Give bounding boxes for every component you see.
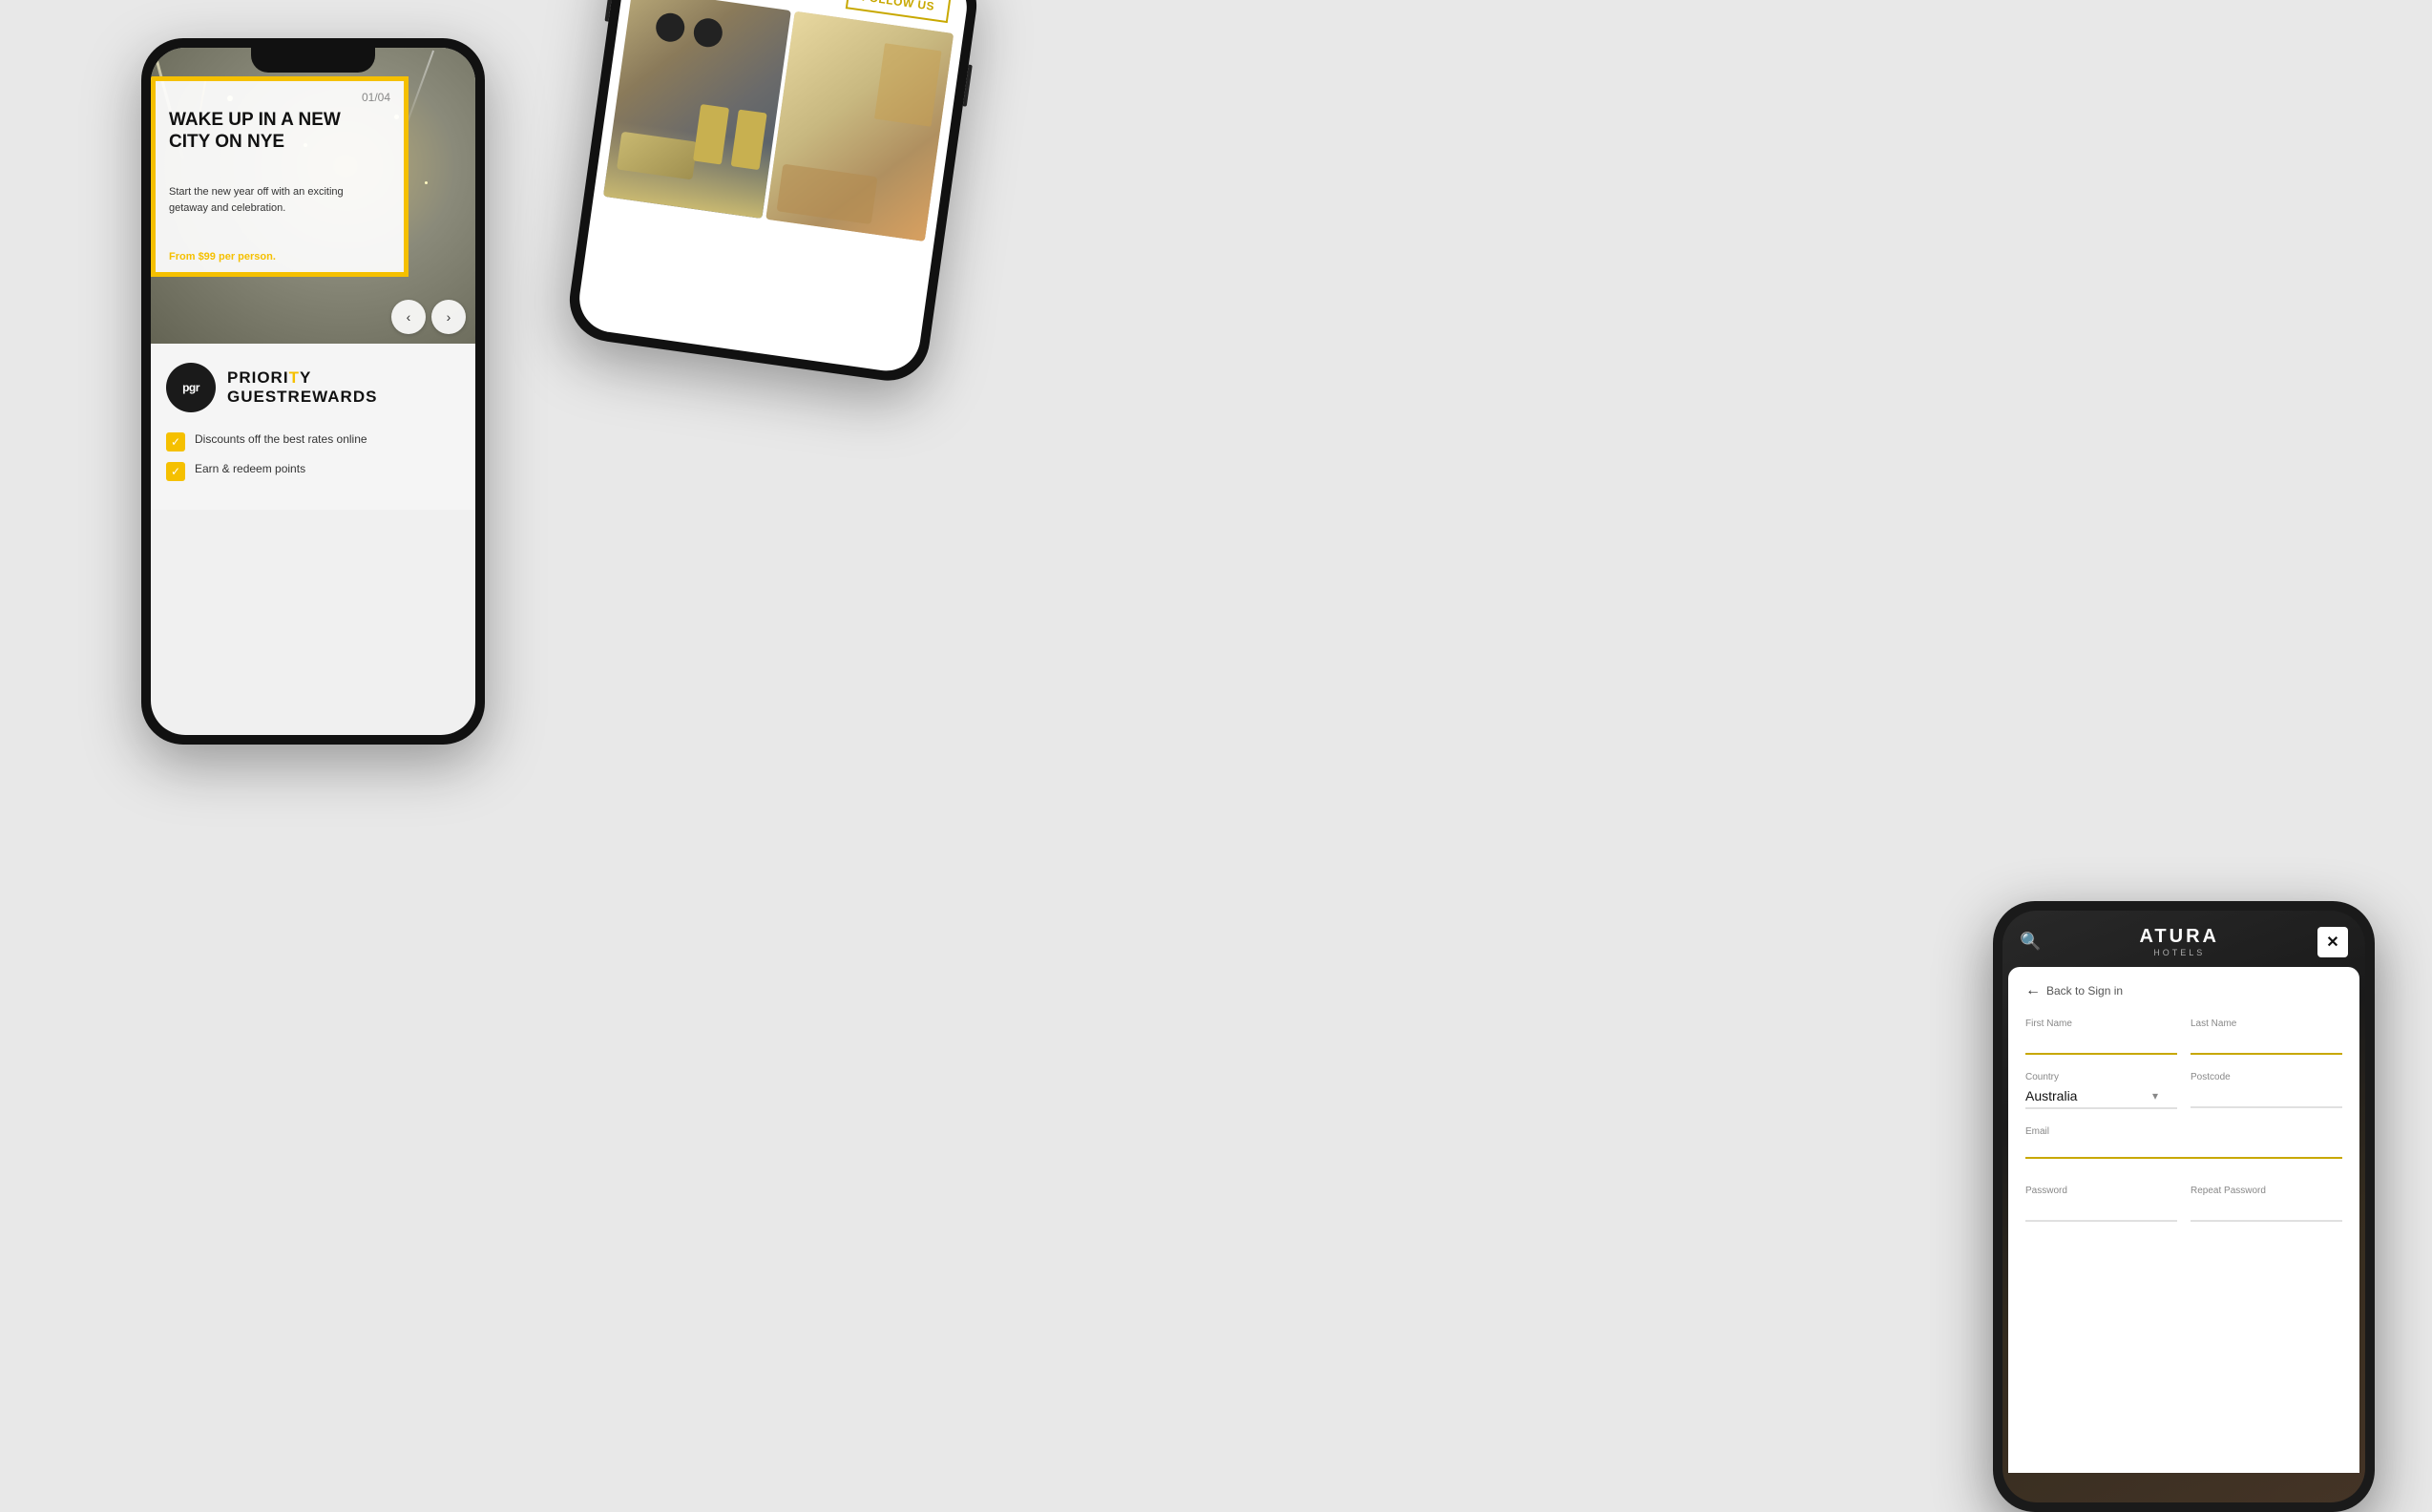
first-name-label: First Name [2025,1018,2177,1029]
repeat-password-label: Repeat Password [2191,1186,2342,1196]
postcode-field: Postcode [2191,1072,2342,1109]
promo-card: 01/04 WAKE UP IN A NEW CITY ON NYE Start… [151,76,409,277]
back-arrow-icon: ← [2025,982,2041,999]
nav-arrows: ‹ › [391,300,466,334]
first-name-field: First Name [2025,1018,2177,1055]
atura-logo: ATURA HOTELS [2139,926,2219,957]
phone-3: 🔍 ATURA HOTELS ✕ ← Back to Sign in First… [1993,901,2375,1512]
password-field: Password [2025,1186,2177,1222]
country-value: Australia [2025,1086,2177,1109]
phone1-bottom: pgr PRIORITYGUESTREWARDS ✓ Discounts off… [151,344,475,510]
instagram-image-2 [765,11,954,242]
pgr-circle-logo: pgr [166,363,216,412]
next-arrow[interactable]: › [431,300,466,334]
benefit-text-2: Earn & redeem points [195,461,305,477]
sparkle-dot [425,181,428,184]
last-name-field: Last Name [2191,1018,2342,1055]
window-shape [874,43,942,127]
phone-2-wrapper: INSTAGRAM FOLLOW US [564,0,982,386]
phone2-screen: INSTAGRAM FOLLOW US [576,0,972,375]
price-amount: $99 [199,251,216,262]
slide-body: Start the new year off with an exciting … [169,184,360,216]
country-field: Country Australia [2025,1072,2177,1109]
benefit-item-1: ✓ Discounts off the best rates online [166,431,460,452]
password-label: Password [2025,1186,2177,1196]
email-input[interactable] [2025,1137,2342,1159]
pgr-logo-area: pgr PRIORITYGUESTREWARDS [166,363,460,412]
price-suffix: per person. [216,251,276,262]
country-label: Country [2025,1072,2177,1082]
last-name-label: Last Name [2191,1018,2342,1029]
instagram-image-1 [603,0,791,219]
postcode-input[interactable] [2191,1086,2342,1108]
pgr-logo-text: pgr [182,381,199,394]
back-to-signin: ← Back to Sign in [2025,982,2342,999]
checkbox-icon: ✓ [166,462,185,481]
power-btn [963,65,973,107]
signup-form: ← Back to Sign in First Name Last Name C… [2008,967,2359,1473]
phone1-screen: 01/04 WAKE UP IN A NEW CITY ON NYE Start… [151,48,475,735]
brand-title: ATURA [2139,926,2219,948]
brand-subtitle: HOTELS [2139,948,2219,957]
slide-title: WAKE UP IN A NEW CITY ON NYE [169,110,341,154]
password-input[interactable] [2025,1200,2177,1222]
repeat-password-input[interactable] [2191,1200,2342,1222]
phone-2: INSTAGRAM FOLLOW US [564,0,982,386]
checkbox-icon: ✓ [166,432,185,452]
password-row: Password Repeat Password [2025,1186,2342,1222]
close-button[interactable]: ✕ [2317,927,2348,957]
last-name-input[interactable] [2191,1033,2342,1055]
slide-counter: 01/04 [362,91,390,104]
first-name-input[interactable] [2025,1033,2177,1055]
email-section: Email [2025,1126,2342,1174]
hero-section: 01/04 WAKE UP IN A NEW CITY ON NYE Start… [151,48,475,344]
country-row: Country Australia Postcode [2025,1072,2342,1109]
benefit-item-2: ✓ Earn & redeem points [166,461,460,481]
search-icon[interactable]: 🔍 [2020,932,2041,952]
phone-1: 01/04 WAKE UP IN A NEW CITY ON NYE Start… [141,38,485,745]
postcode-label: Postcode [2191,1072,2342,1082]
phone3-screen: 🔍 ATURA HOTELS ✕ ← Back to Sign in First… [2002,911,2365,1502]
name-row: First Name Last Name [2025,1018,2342,1055]
volume-btn [604,0,612,22]
email-label: Email [2025,1126,2342,1137]
phone3-topbar: 🔍 ATURA HOTELS ✕ [2002,911,2365,967]
instagram-grid [594,0,963,242]
country-select[interactable]: Australia [2025,1086,2177,1109]
benefit-text-1: Discounts off the best rates online [195,431,367,448]
price-prefix: From [169,251,199,262]
slide-price: From $99 per person. [169,251,276,262]
notch [251,48,375,73]
prev-arrow[interactable]: ‹ [391,300,426,334]
repeat-password-field: Repeat Password [2191,1186,2342,1222]
pgr-brand-name: PRIORITYGUESTREWARDS [227,368,377,408]
back-to-signin-label[interactable]: Back to Sign in [2046,984,2123,998]
